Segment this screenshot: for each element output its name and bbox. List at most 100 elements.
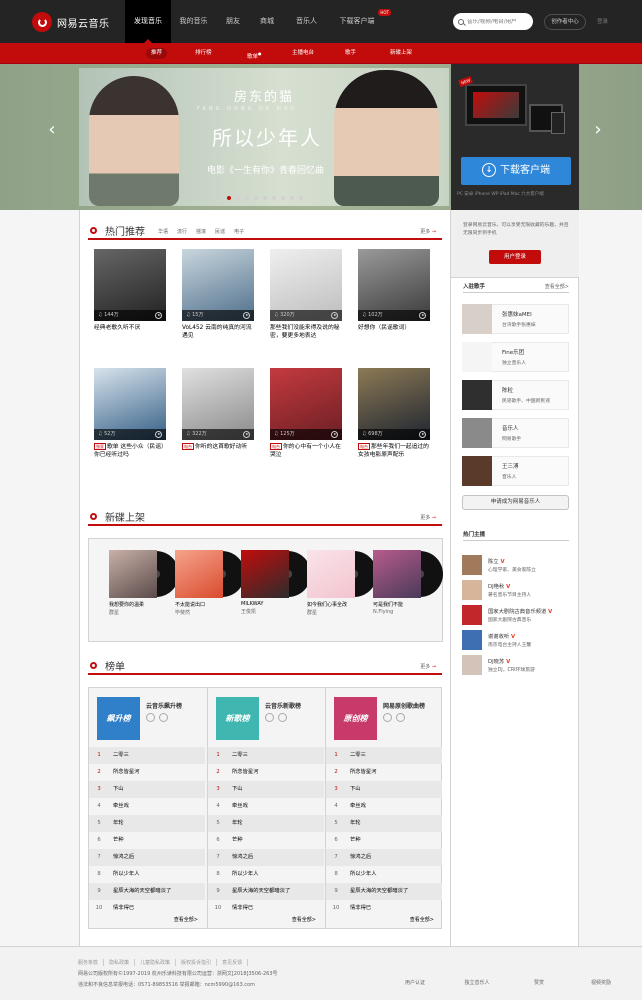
chart-song-row[interactable]: 3 下山 — [89, 781, 205, 798]
chart-song-row[interactable]: 2 所念皆星河 — [208, 764, 324, 781]
dj-avatar[interactable] — [462, 630, 482, 650]
chart-song-row[interactable]: 1 二零三 — [208, 747, 324, 764]
chart-cover[interactable]: 飙升榜 — [97, 697, 140, 740]
chart-song-row[interactable]: 10 情非得已 — [326, 900, 442, 917]
play-icon[interactable] — [419, 312, 426, 319]
nav-item[interactable]: 朋友 — [216, 0, 250, 43]
play-icon[interactable] — [419, 431, 426, 438]
dj-item[interactable]: DJ艳秋 V 著名音乐节目主持人 — [462, 580, 574, 602]
playlist-cover[interactable]: ♫ 52万 — [94, 368, 166, 440]
collect-icon[interactable] — [278, 713, 287, 722]
singer-name[interactable]: 陈粒 — [502, 386, 513, 394]
play-icon[interactable] — [331, 431, 338, 438]
hot-tag[interactable]: 摇滚 — [196, 228, 206, 235]
singer-avatar[interactable] — [462, 342, 492, 372]
nav-item[interactable]: 音乐人 — [284, 0, 329, 43]
playlist-card[interactable]: ♫ 322万电台 你听的这首歌好动听 — [182, 368, 254, 451]
singer-avatar[interactable] — [462, 304, 492, 334]
hot-recommend-more-link[interactable]: 更多 → — [420, 228, 436, 235]
chart-song-row[interactable]: 7 惊鸿之后 — [208, 849, 324, 866]
singer-avatar[interactable] — [462, 456, 492, 486]
chart-song-row[interactable]: 9 星辰大海的天空都暗淡了 — [89, 883, 205, 900]
footer-link[interactable]: 隐私政策 — [109, 959, 136, 966]
singer-card[interactable]: 陈粒 民谣歌手、中国新民谣 — [462, 380, 569, 410]
chart-song-row[interactable]: 10 情非得已 — [208, 900, 324, 917]
chart-song-row[interactable]: 1 二零三 — [89, 747, 205, 764]
singer-card[interactable]: Fine乐团 独立音乐人 — [462, 342, 569, 372]
play-icon[interactable] — [155, 312, 162, 319]
album-card[interactable]: MILKWAY 王俊凯 — [241, 550, 311, 615]
playlist-cover[interactable]: ♫ 320万 — [270, 249, 342, 321]
chart-song-row[interactable]: 6 芒种 — [89, 832, 205, 849]
chart-song-row[interactable]: 9 星辰大海的天空都暗淡了 — [326, 883, 442, 900]
playlist-card[interactable]: ♫ 698万 电台 那些年我们一起追过的女孩电影原声配乐 — [358, 368, 430, 459]
album-cover[interactable] — [373, 550, 443, 598]
dj-avatar[interactable] — [462, 555, 482, 575]
footer-icon-link[interactable]: 视频奖励 — [581, 979, 621, 986]
subnav-item[interactable]: 歌单● — [242, 48, 267, 60]
dj-item[interactable]: 国家大剧院古典音乐频道 V 国家大剧院古典音乐 — [462, 605, 574, 627]
album-artist[interactable]: 群星 — [109, 609, 165, 616]
banner-dot[interactable] — [244, 196, 249, 200]
search-box[interactable] — [453, 13, 533, 30]
banner-dot[interactable] — [298, 196, 303, 200]
banner-dot[interactable] — [226, 196, 231, 200]
dj-name[interactable]: 陈立 — [488, 559, 499, 565]
playlist-cover[interactable]: ♫ 102万 — [358, 249, 430, 321]
footer-link[interactable]: 意见反馈 — [222, 959, 249, 966]
banner-dot[interactable] — [271, 196, 276, 200]
playlist-card[interactable]: ♫ 125万 电台 你的心中有一个小人在哭泣 — [270, 368, 342, 459]
album-artist[interactable]: 王俊凯 — [241, 608, 297, 615]
playlist-cover[interactable]: ♫ 322万 — [182, 368, 254, 440]
playlist-title[interactable]: 那些我们没能来得及说的秘密，要更多地表达 — [270, 324, 342, 340]
hot-tag[interactable]: 电子 — [234, 228, 244, 235]
banner-dot[interactable] — [289, 196, 294, 200]
banner-dot[interactable] — [253, 196, 258, 200]
dj-item[interactable]: 陈立 V 心理学家、美食家陈立 — [462, 555, 574, 577]
singer-avatar[interactable] — [462, 380, 492, 410]
chart-song-row[interactable]: 8 所以少年人 — [208, 866, 324, 883]
album-card[interactable]: 我想要你的温柔 群星 — [109, 550, 179, 616]
album-card[interactable]: 不太能说出口 毕斐然 — [175, 550, 245, 616]
hot-tag[interactable]: 流行 — [177, 228, 187, 235]
playlist-title[interactable]: 好想你（民谣歌词） — [358, 324, 430, 332]
hot-tag[interactable]: 民谣 — [215, 228, 225, 235]
album-card[interactable]: 如今我们心事全改 群星 — [307, 550, 377, 616]
playlist-cover[interactable]: ♫ 698万 — [358, 368, 430, 440]
nav-item[interactable]: 商城 — [250, 0, 284, 43]
album-name[interactable]: 我想要你的温柔 — [109, 601, 165, 608]
banner-prev-arrow-icon[interactable]: ‹ — [46, 121, 58, 139]
chart-view-all-link[interactable]: 查看全部> — [410, 916, 434, 923]
playlist-card[interactable]: ♫ 144万 经典老歌久听不厌 — [94, 249, 166, 332]
download-client-button[interactable]: ↓ 下载客户端 — [461, 157, 571, 185]
footer-icon-link[interactable]: 用户认证 — [395, 979, 435, 986]
footer-icon-link[interactable]: 赞赏 — [519, 979, 559, 986]
play-icon[interactable] — [243, 431, 250, 438]
chart-song-row[interactable]: 9 星辰大海的天空都暗淡了 — [208, 883, 324, 900]
search-input[interactable] — [467, 18, 531, 25]
chart-song-row[interactable]: 7 惊鸿之后 — [326, 849, 442, 866]
banner-next-arrow-icon[interactable]: › — [592, 121, 604, 139]
playlist-title[interactable]: 电台 你的心中有一个小人在哭泣 — [270, 443, 342, 459]
dj-item[interactable]: DJ晓苏 V 独立DJ，CRI环球旅游 — [462, 655, 574, 677]
dj-item[interactable]: 谢谢收听 V 南京电台主持人王馨 — [462, 630, 574, 652]
logo[interactable]: 网易云音乐 — [32, 11, 110, 33]
playlist-card[interactable]: ♫ 320万那些我们没能来得及说的秘密，要更多地表达 — [270, 249, 342, 340]
chart-cover[interactable]: 原创榜 — [334, 697, 377, 740]
chart-song-row[interactable]: 1 二零三 — [326, 747, 442, 764]
subnav-item[interactable]: 推荐 — [146, 48, 168, 59]
singer-name[interactable]: 音乐人 — [502, 424, 519, 432]
play-icon[interactable] — [146, 713, 155, 722]
chart-cover[interactable]: 新歌榜 — [216, 697, 259, 740]
chart-song-row[interactable]: 3 下山 — [208, 781, 324, 798]
playlist-cover[interactable]: ♫ 15万 — [182, 249, 254, 321]
chart-song-row[interactable]: 4 牵丝戏 — [208, 798, 324, 815]
playlist-card[interactable]: ♫ 102万好想你（民谣歌词） — [358, 249, 430, 332]
chart-view-all-link[interactable]: 查看全部> — [292, 916, 316, 923]
creator-center-button[interactable]: 创作者中心 — [544, 14, 586, 30]
subnav-item[interactable]: 歌手 — [340, 48, 361, 59]
singer-card[interactable]: 王三溥 音乐人 — [462, 456, 569, 486]
singer-avatar[interactable] — [462, 418, 492, 448]
chart-song-row[interactable]: 3 下山 — [326, 781, 442, 798]
playlist-title[interactable]: 电台 你听的这首歌好动听 — [182, 443, 254, 451]
